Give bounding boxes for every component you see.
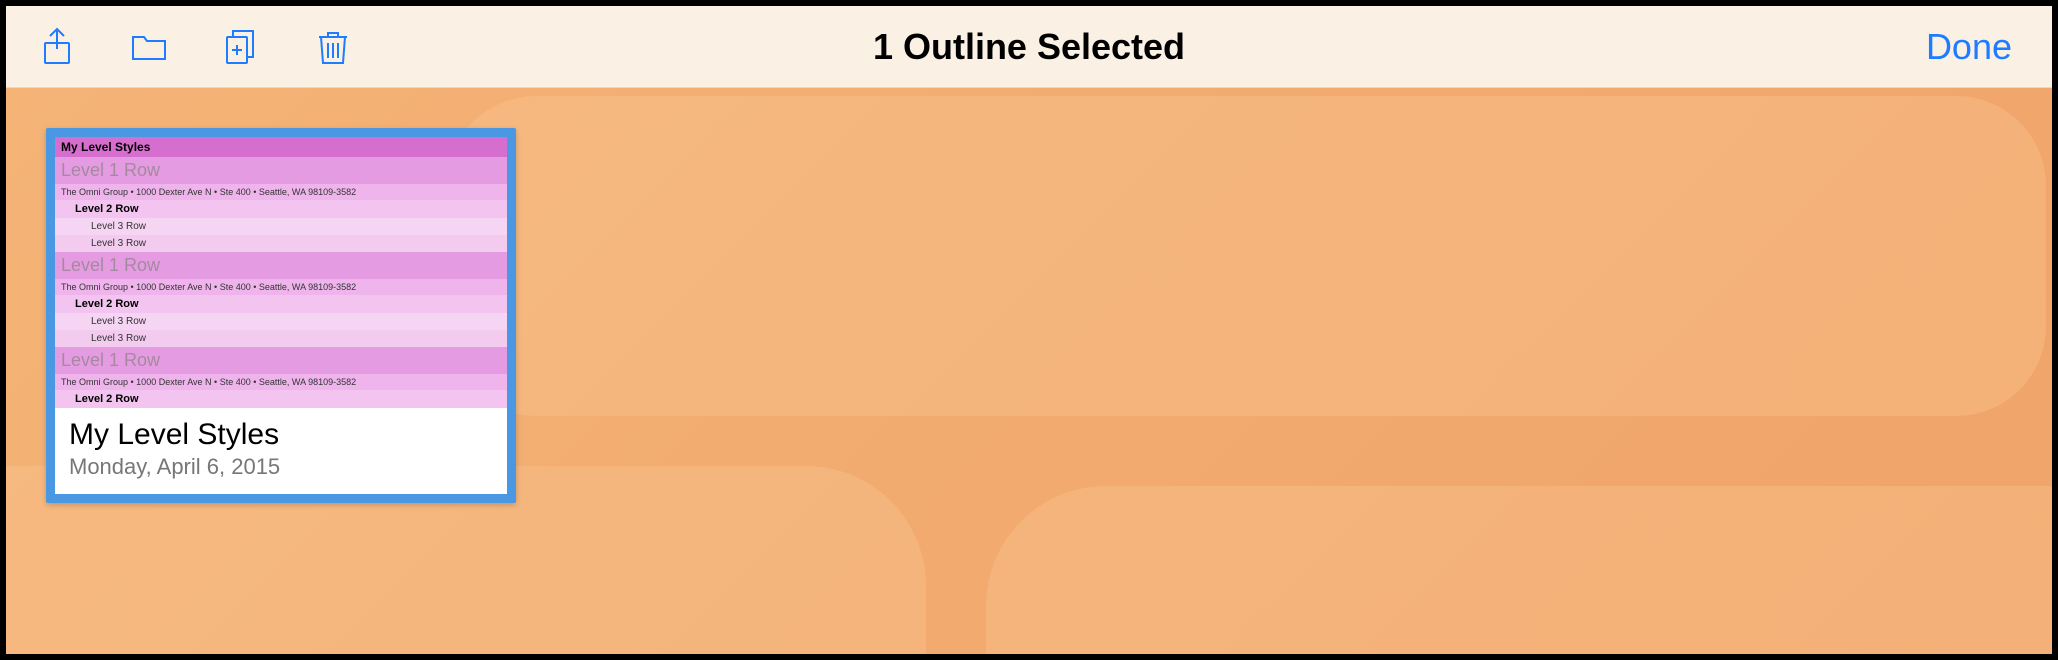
thumb-level1: Level 1 Row [55, 252, 507, 279]
thumb-level3: Level 3 Row [55, 330, 507, 347]
thumb-header: My Level Styles [55, 137, 507, 157]
thumb-level3: Level 3 Row [55, 313, 507, 330]
done-button[interactable]: Done [1926, 26, 2032, 68]
thumb-level3: Level 3 Row [55, 235, 507, 252]
thumb-note: The Omni Group • 1000 Dexter Ave N • Ste… [55, 374, 507, 390]
thumb-level1: Level 1 Row [55, 157, 507, 184]
thumb-level2: Level 2 Row [55, 200, 507, 218]
toolbar: 1 Outline Selected Done [6, 6, 2052, 88]
document-thumbnail[interactable]: My Level Styles Level 1 Row The Omni Gro… [46, 128, 516, 503]
thumb-level2: Level 2 Row [55, 295, 507, 313]
share-icon[interactable] [36, 26, 78, 68]
duplicate-icon[interactable] [220, 26, 262, 68]
thumb-note: The Omni Group • 1000 Dexter Ave N • Ste… [55, 279, 507, 295]
thumb-level2: Level 2 Row [55, 390, 507, 408]
folder-icon[interactable] [128, 26, 170, 68]
toolbar-left [36, 26, 354, 68]
thumb-level3: Level 3 Row [55, 218, 507, 235]
thumb-note: The Omni Group • 1000 Dexter Ave N • Ste… [55, 184, 507, 200]
thumb-level1: Level 1 Row [55, 347, 507, 374]
document-meta: My Level Styles Monday, April 6, 2015 [55, 408, 507, 494]
trash-icon[interactable] [312, 26, 354, 68]
document-grid: My Level Styles Level 1 Row The Omni Gro… [6, 88, 2052, 543]
thumbnail-preview: My Level Styles Level 1 Row The Omni Gro… [55, 137, 507, 408]
document-title: My Level Styles [69, 418, 493, 452]
document-date: Monday, April 6, 2015 [69, 454, 493, 480]
